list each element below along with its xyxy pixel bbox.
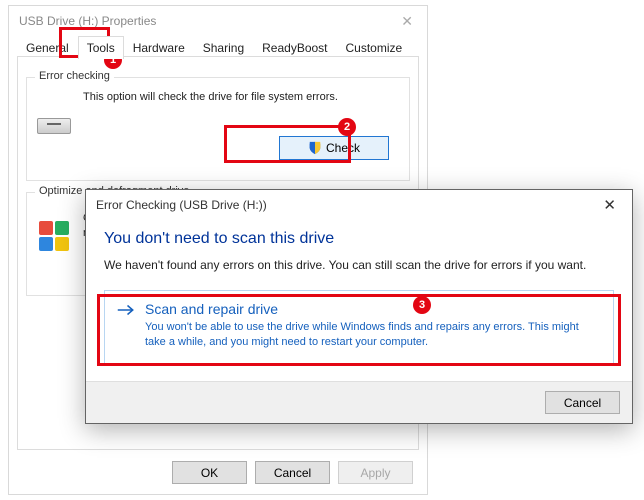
check-button-label: Check: [326, 141, 360, 155]
check-button[interactable]: Check: [279, 136, 389, 160]
tab-tools[interactable]: Tools: [78, 36, 124, 59]
properties-button-row: OK Cancel Apply: [172, 461, 413, 484]
scan-repair-option[interactable]: Scan and repair drive You won't be able …: [104, 290, 614, 364]
dialog-message: We haven't found any errors on this driv…: [104, 258, 614, 272]
group-error-checking: Error checking This option will check th…: [26, 77, 410, 181]
dialog-title: Error Checking (USB Drive (H:)): [96, 198, 267, 212]
scan-option-description: You won't be able to use the drive while…: [145, 320, 599, 351]
dialog-body: You don't need to scan this drive We hav…: [86, 220, 632, 364]
arrow-right-icon: [117, 303, 135, 317]
shield-icon: [308, 141, 322, 155]
window-title: USB Drive (H:) Properties: [19, 14, 156, 28]
ok-button[interactable]: OK: [172, 461, 247, 484]
scan-option-title: Scan and repair drive: [145, 301, 599, 317]
error-checking-dialog: Error Checking (USB Drive (H:)) ✕ You do…: [85, 189, 633, 424]
dialog-titlebar: Error Checking (USB Drive (H:)) ✕: [86, 190, 632, 220]
dialog-heading: You don't need to scan this drive: [104, 230, 614, 248]
close-icon[interactable]: ✕: [597, 194, 622, 216]
drive-icon: [37, 114, 71, 136]
dialog-cancel-button[interactable]: Cancel: [545, 391, 620, 414]
close-icon[interactable]: ✕: [395, 11, 419, 32]
apply-button: Apply: [338, 461, 413, 484]
error-checking-description: This option will check the drive for fil…: [83, 90, 399, 105]
group-label-error-checking: Error checking: [35, 70, 114, 82]
titlebar: USB Drive (H:) Properties ✕: [9, 6, 427, 36]
cancel-button[interactable]: Cancel: [255, 461, 330, 484]
defrag-icon: [37, 219, 71, 253]
dialog-footer: Cancel: [86, 381, 632, 423]
